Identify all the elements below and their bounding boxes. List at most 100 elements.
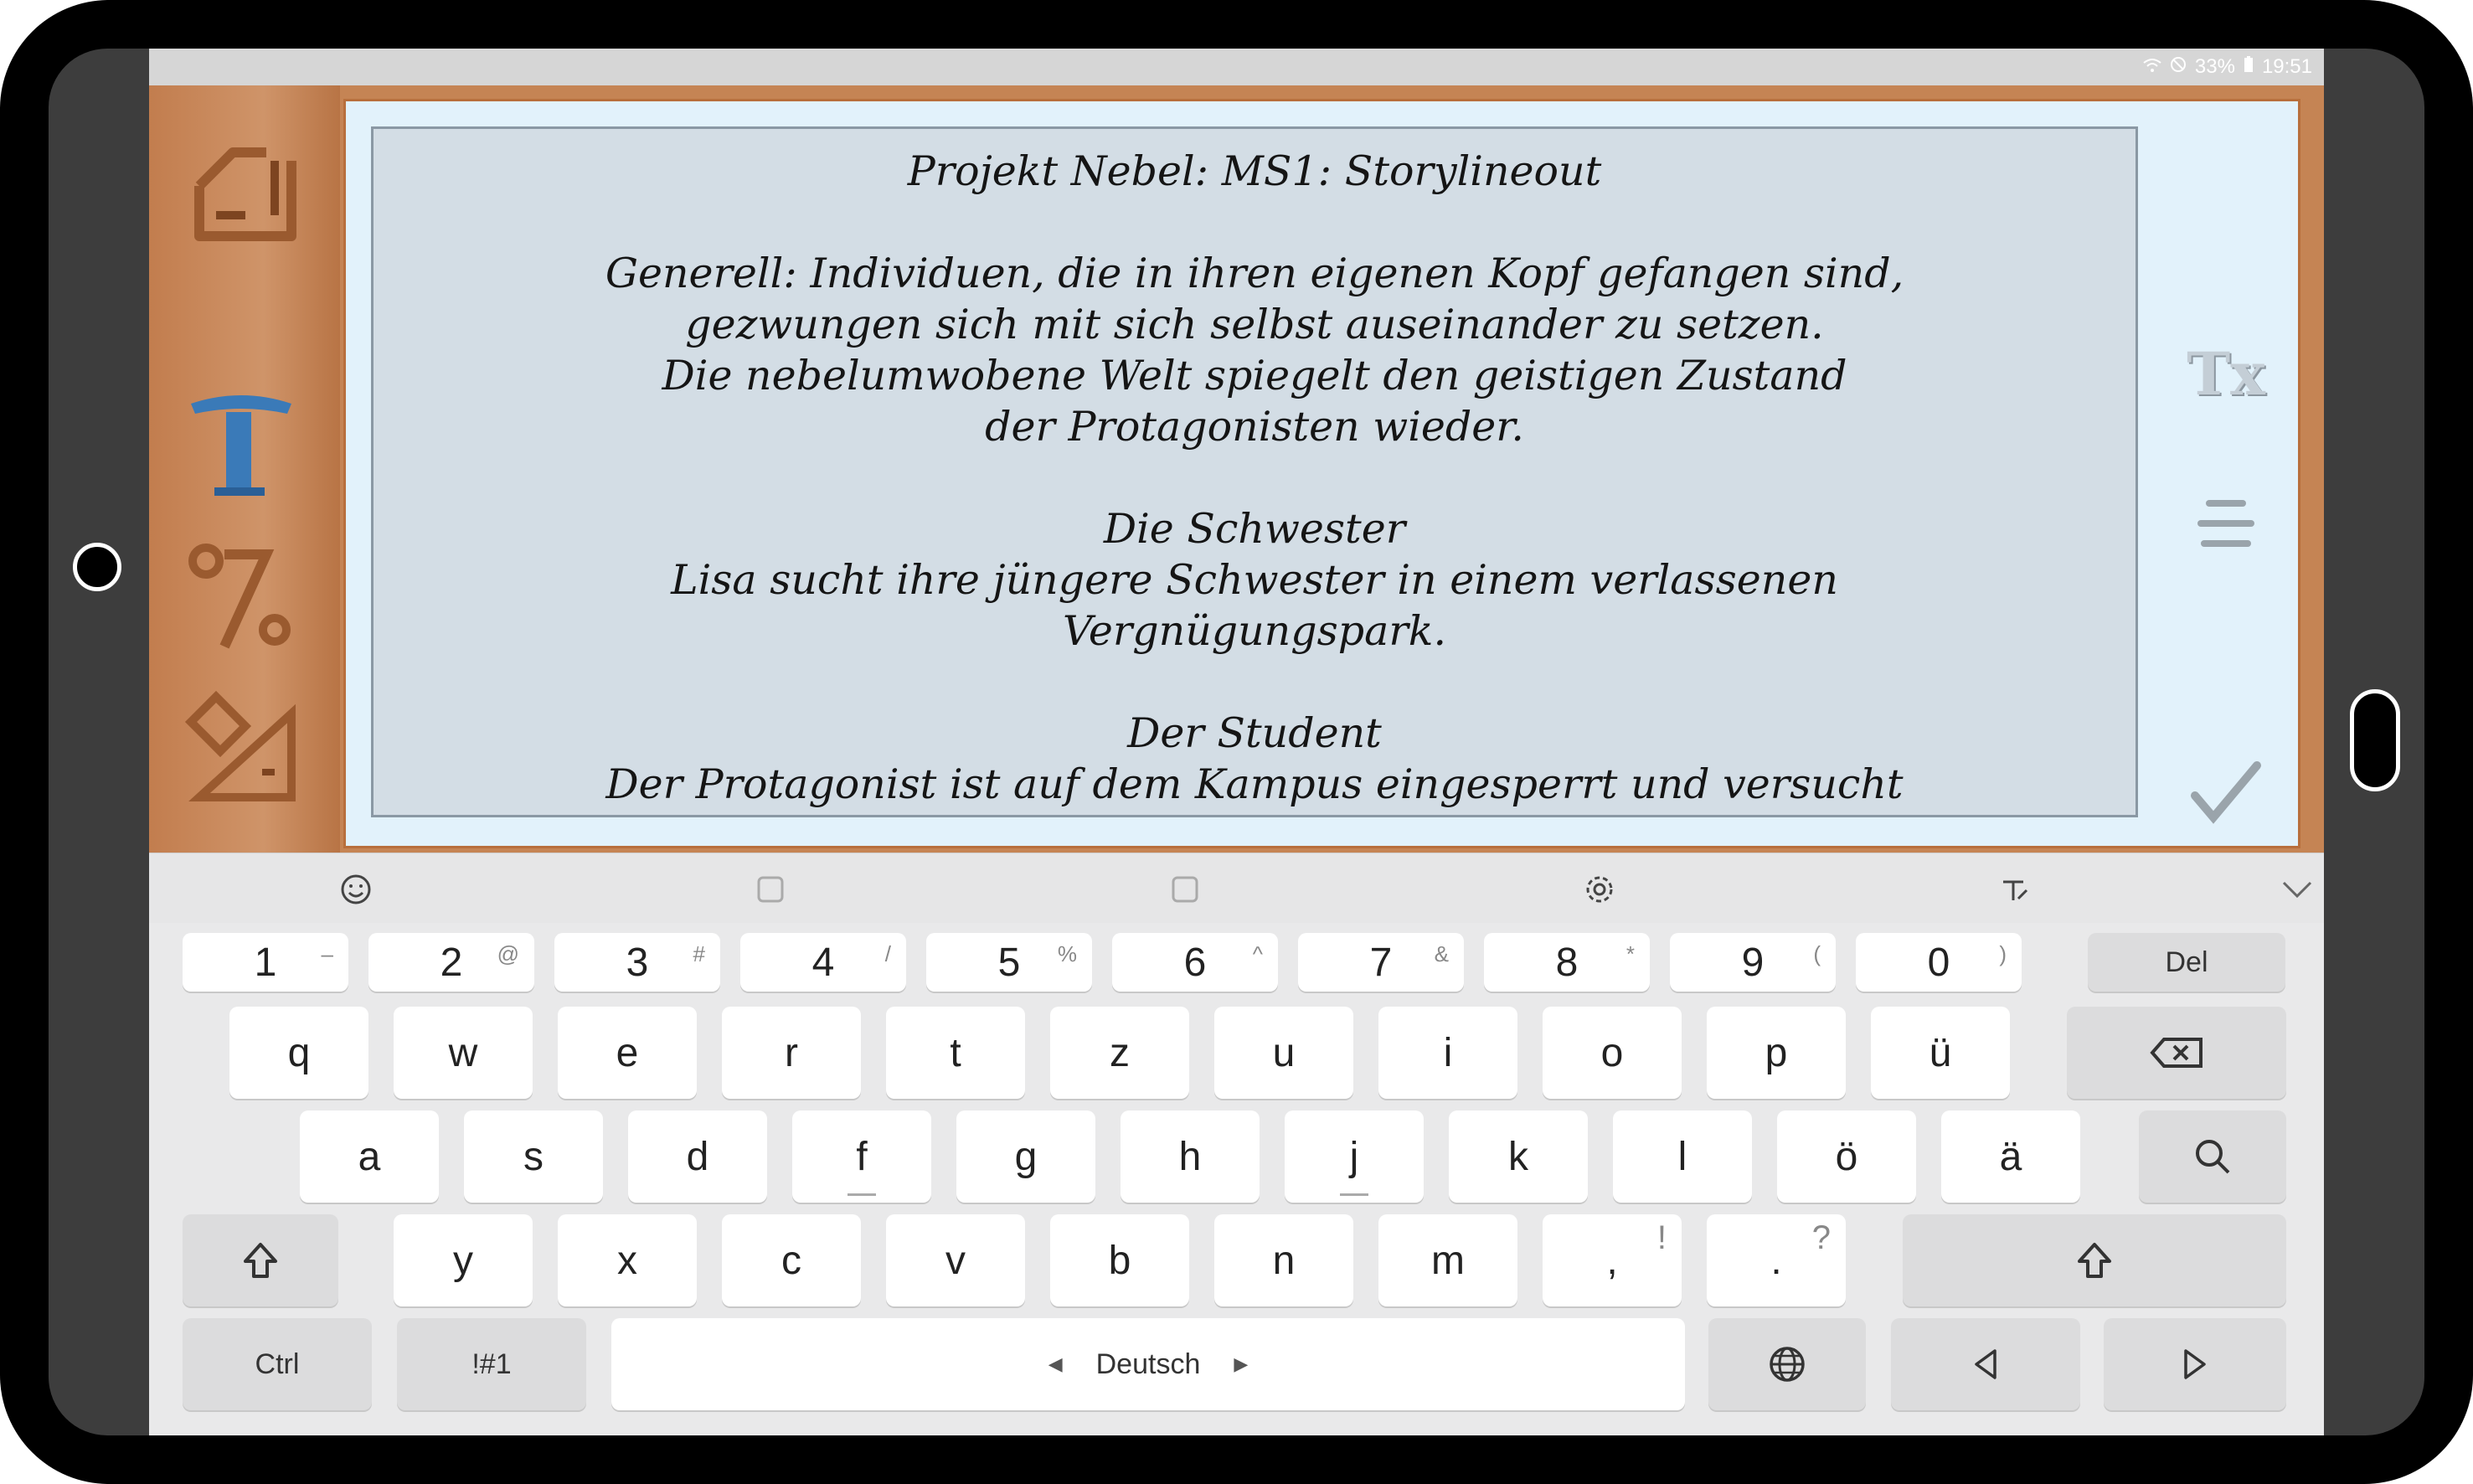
arrow-left-icon: [1975, 1349, 1996, 1379]
text-line: gezwungen sich mit sich selbst auseinand…: [685, 301, 1824, 348]
text-line: Projekt Nebel: MS1: Storylineout: [907, 147, 1602, 195]
keyboard-toolbar: [149, 853, 2324, 924]
key-g[interactable]: g: [956, 1110, 1095, 1203]
editor-text: Projekt Nebel: MS1: Storylineout Generel…: [374, 129, 2136, 810]
language-next-icon: ▶: [1234, 1353, 1249, 1374]
key-ue[interactable]: ü: [1871, 1007, 2010, 1099]
key-k[interactable]: k: [1449, 1110, 1588, 1203]
export-icon[interactable]: [183, 127, 300, 245]
key-1[interactable]: 1–: [183, 933, 348, 992]
cursor-right-key[interactable]: [2104, 1318, 2286, 1410]
arrow-right-icon: [2184, 1349, 2206, 1379]
language-key[interactable]: [1708, 1318, 1866, 1410]
key-l[interactable]: l: [1613, 1110, 1752, 1203]
text-line: der Protagonisten wieder.: [985, 403, 1524, 451]
text-line: Lisa sucht ihre jüngere Schwester in ein…: [671, 556, 1838, 604]
align-center-button[interactable]: [2180, 478, 2272, 570]
text-line: [374, 197, 2136, 248]
key-s[interactable]: s: [464, 1110, 603, 1203]
text-line: [374, 657, 2136, 708]
key-d[interactable]: d: [628, 1110, 767, 1203]
key-c[interactable]: c: [722, 1214, 861, 1306]
key-8[interactable]: 8 *: [1484, 933, 1650, 992]
key-o[interactable]: o: [1543, 1007, 1682, 1099]
key-x[interactable]: x: [558, 1214, 697, 1306]
key-7[interactable]: 7 &: [1298, 933, 1464, 992]
key-5[interactable]: 5%: [926, 933, 1092, 992]
clear-format-icon: Tx: [2187, 338, 2265, 409]
delete-key[interactable]: Del: [2088, 933, 2285, 992]
key-w[interactable]: w: [394, 1007, 533, 1099]
search-icon: [2196, 1140, 2230, 1174]
key-m[interactable]: m: [1378, 1214, 1517, 1306]
key-e[interactable]: e: [558, 1007, 697, 1099]
space-key[interactable]: ◀ Deutsch ▶: [611, 1318, 1685, 1410]
key-period[interactable]: .?: [1707, 1214, 1846, 1306]
text-line: Der Student: [1127, 709, 1382, 757]
wifi-icon: [2143, 55, 2161, 79]
confirm-button[interactable]: [2180, 746, 2272, 838]
key-2[interactable]: 2 @: [368, 933, 534, 992]
settings-icon[interactable]: [1579, 868, 1620, 910]
left-toolbar: [149, 85, 340, 899]
sticker-icon[interactable]: [750, 868, 791, 910]
key-z[interactable]: z: [1050, 1007, 1189, 1099]
shift-right-key[interactable]: [1903, 1214, 2286, 1306]
status-bar: 33% 19:51: [149, 49, 2324, 85]
key-4[interactable]: 4/: [740, 933, 906, 992]
on-screen-keyboard: 1– 2 @ 3 # 4/ 5% 6 ^ 7 & 8 * 9( 0) Del q w e …: [149, 923, 2324, 1435]
emoji-icon[interactable]: [335, 868, 377, 910]
key-6[interactable]: 6 ^: [1112, 933, 1278, 992]
key-comma[interactable]: ,!: [1543, 1214, 1682, 1306]
key-p[interactable]: p: [1707, 1007, 1846, 1099]
gif-icon[interactable]: [1164, 868, 1206, 910]
key-a[interactable]: a: [300, 1110, 439, 1203]
screen: 33% 19:51 Projekt Nebel: MS1: Storylineo…: [149, 49, 2324, 1435]
backspace-icon: [2150, 1038, 2203, 1068]
globe-icon: [1770, 1347, 1805, 1382]
key-r[interactable]: r: [722, 1007, 861, 1099]
search-key[interactable]: [2139, 1110, 2286, 1203]
text-line: [374, 452, 2136, 503]
key-0[interactable]: 0): [1856, 933, 2022, 992]
backspace-key[interactable]: [2067, 1007, 2286, 1099]
text-icon[interactable]: [183, 387, 300, 504]
camera-circle: [73, 543, 121, 591]
battery-icon: [2244, 55, 2254, 79]
shift-left-key[interactable]: [183, 1214, 338, 1306]
key-u[interactable]: u: [1214, 1007, 1353, 1099]
collapse-icon[interactable]: [2276, 868, 2318, 910]
handwriting-icon[interactable]: [1993, 868, 2035, 910]
cursor-left-key[interactable]: [1891, 1318, 2080, 1410]
key-ae[interactable]: ä: [1941, 1110, 2080, 1203]
key-oe[interactable]: ö: [1777, 1110, 1916, 1203]
app-background: Projekt Nebel: MS1: Storylineout Generel…: [149, 85, 2324, 899]
symbols-key[interactable]: !#1: [397, 1318, 586, 1410]
side-button: [2350, 689, 2400, 791]
key-b[interactable]: b: [1050, 1214, 1189, 1306]
key-t[interactable]: t: [886, 1007, 1025, 1099]
right-toolbar: Tx: [2155, 101, 2297, 846]
clear-format-button[interactable]: Tx: [2180, 327, 2272, 420]
key-f[interactable]: f: [792, 1110, 931, 1203]
key-y[interactable]: y: [394, 1214, 533, 1306]
key-9[interactable]: 9(: [1670, 933, 1836, 992]
confirm-check-icon: [2191, 761, 2261, 824]
language-prev-icon: ◀: [1048, 1353, 1063, 1374]
key-v[interactable]: v: [886, 1214, 1025, 1306]
edit-shape-icon[interactable]: [183, 688, 300, 806]
key-n[interactable]: n: [1214, 1214, 1353, 1306]
text-line: Die nebelumwobene Welt spiegelt den geis…: [662, 352, 1847, 399]
key-3[interactable]: 3 #: [554, 933, 720, 992]
key-q[interactable]: q: [229, 1007, 368, 1099]
shift-icon: [2078, 1243, 2111, 1278]
percent-icon[interactable]: [183, 538, 300, 655]
align-center-icon: [2197, 500, 2254, 547]
key-j[interactable]: j: [1285, 1110, 1424, 1203]
ctrl-key[interactable]: Ctrl: [183, 1318, 372, 1410]
shift-icon: [244, 1243, 277, 1278]
key-i[interactable]: i: [1378, 1007, 1517, 1099]
key-h[interactable]: h: [1121, 1110, 1260, 1203]
text-editor[interactable]: Projekt Nebel: MS1: Storylineout Generel…: [371, 126, 2138, 817]
clock: 19:51: [2261, 55, 2312, 78]
